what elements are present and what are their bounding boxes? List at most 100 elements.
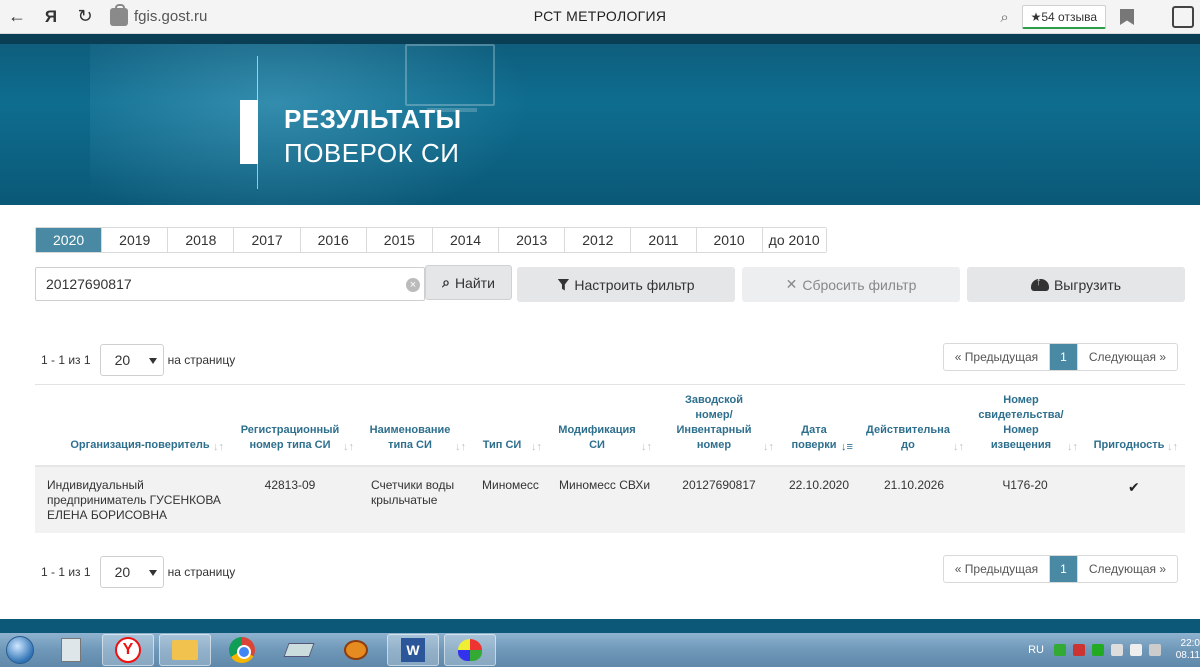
reset-label: Сбросить фильтр bbox=[802, 276, 917, 293]
taskbar-app-bee[interactable] bbox=[330, 634, 382, 666]
taskbar-calculator[interactable] bbox=[45, 634, 97, 666]
language-indicator[interactable]: RU bbox=[1028, 644, 1044, 656]
address-bar[interactable]: fgis.gost.ru bbox=[110, 3, 207, 30]
paint-icon bbox=[458, 639, 482, 661]
find-button[interactable]: ⌕ Найти bbox=[425, 265, 512, 300]
tray-icon-3[interactable] bbox=[1092, 644, 1104, 656]
page-1-button[interactable]: 1 bbox=[1050, 344, 1078, 370]
year-tab-2015[interactable]: 2015 bbox=[366, 228, 433, 252]
yandex-icon[interactable]: Я bbox=[34, 0, 68, 34]
back-arrow-icon[interactable]: ← bbox=[0, 0, 34, 34]
page-subtitle: ПОВЕРОК СИ bbox=[284, 138, 460, 168]
bookmark-icon[interactable] bbox=[1120, 9, 1134, 25]
tray-icon-2[interactable] bbox=[1073, 644, 1085, 656]
sort-icon[interactable]: ↓↑ bbox=[641, 441, 652, 453]
search-icon[interactable]: ⌕ bbox=[988, 9, 1022, 26]
sort-desc-icon[interactable]: ↓≡ bbox=[841, 441, 853, 453]
tray-icon-1[interactable] bbox=[1054, 644, 1066, 656]
filter-label: Настроить фильтр bbox=[574, 276, 695, 293]
tray-icon-4[interactable] bbox=[1111, 644, 1123, 656]
year-tab-2012[interactable]: 2012 bbox=[565, 228, 632, 252]
search-value[interactable]: 20127690817 bbox=[46, 276, 132, 292]
cell-date: 22.10.2020 bbox=[788, 478, 850, 492]
hero-banner: РЕЗУЛЬТАТЫ ПОВЕРОК СИ bbox=[0, 34, 1200, 205]
header-serial[interactable]: Заводской номер/ Инвентарный номер bbox=[669, 393, 759, 453]
header-certificate[interactable]: Номер свидетельства/ Номер извещения bbox=[973, 393, 1069, 453]
cell-type: Миномесс bbox=[482, 478, 539, 492]
sort-icon[interactable]: ↓↑ bbox=[343, 441, 354, 453]
yandex-browser-icon: Y bbox=[115, 637, 141, 663]
pager-info-bottom: 1 - 1 из 1 20 на страницу bbox=[41, 556, 235, 588]
reset-filter-button[interactable]: ✕ Сбросить фильтр bbox=[742, 267, 960, 302]
extension-icon[interactable] bbox=[1172, 6, 1194, 28]
address-domain[interactable]: fgis.gost.ru bbox=[134, 8, 207, 25]
taskbar-yandex-browser[interactable]: Y bbox=[102, 634, 154, 666]
reviews-badge[interactable]: ★54 отзыва bbox=[1021, 5, 1106, 29]
taskbar-word[interactable]: W bbox=[387, 634, 439, 666]
year-tab-2013[interactable]: 2013 bbox=[499, 228, 566, 252]
header-suitability[interactable]: Пригодность bbox=[1091, 438, 1167, 453]
table-row[interactable]: Индивидуальный предприниматель ГУСЕНКОВА… bbox=[35, 467, 1185, 533]
per-page-select[interactable]: 20 bbox=[99, 344, 164, 376]
header-modification[interactable]: Модификация СИ bbox=[553, 423, 641, 453]
per-page-select[interactable]: 20 bbox=[99, 556, 164, 588]
search-icon: ⌕ bbox=[442, 274, 450, 290]
year-tab-2020[interactable]: 2020 bbox=[36, 228, 103, 252]
header-type-name[interactable]: Наименование типа СИ bbox=[365, 423, 455, 453]
header-type[interactable]: Тип СИ bbox=[481, 438, 523, 453]
per-page-suffix: на страницу bbox=[167, 565, 236, 579]
taskbar-explorer[interactable] bbox=[159, 634, 211, 666]
reviews-label: ★54 отзыва bbox=[1030, 9, 1097, 24]
cell-organization: Индивидуальный предприниматель ГУСЕНКОВА… bbox=[47, 478, 221, 522]
next-page-button[interactable]: Следующая » bbox=[1078, 344, 1177, 370]
bee-icon bbox=[344, 640, 368, 660]
year-tab-2010[interactable]: 2010 bbox=[696, 228, 763, 252]
cell-type-name: Счетчики воды крыльчатые bbox=[371, 478, 455, 507]
configure-filter-button[interactable]: Настроить фильтр bbox=[517, 267, 735, 302]
clock-date: 08.11 bbox=[1175, 650, 1200, 661]
sort-icon[interactable]: ↓↑ bbox=[531, 441, 542, 453]
find-label: Найти bbox=[454, 274, 495, 291]
year-tab-2014[interactable]: 2014 bbox=[432, 228, 500, 252]
word-icon: W bbox=[401, 638, 425, 662]
cell-reg-number[interactable]: 42813-09 bbox=[237, 478, 343, 493]
next-page-button[interactable]: Следующая » bbox=[1078, 556, 1177, 582]
lock-icon[interactable] bbox=[110, 3, 128, 26]
clock[interactable]: 22:0 08.11 bbox=[1168, 638, 1200, 662]
year-tab-2016[interactable]: 2016 bbox=[300, 228, 367, 252]
sort-icon[interactable]: ↓↑ bbox=[213, 441, 224, 453]
taskbar-chrome[interactable] bbox=[216, 634, 268, 666]
volume-icon[interactable] bbox=[1149, 644, 1161, 656]
export-label: Выгрузить bbox=[1053, 276, 1122, 293]
export-button[interactable]: Выгрузить bbox=[967, 267, 1185, 302]
hero-divider bbox=[257, 56, 258, 189]
taskbar-paint[interactable] bbox=[444, 634, 496, 666]
page-1-button[interactable]: 1 bbox=[1050, 556, 1078, 582]
clock-time: 22:0 bbox=[1180, 638, 1200, 649]
year-tab-2019[interactable]: 2019 bbox=[102, 228, 169, 252]
header-valid-until[interactable]: Действительна до bbox=[863, 423, 953, 453]
sort-icon[interactable]: ↓↑ bbox=[763, 441, 774, 453]
header-date[interactable]: Дата поверки bbox=[787, 423, 841, 453]
sort-icon[interactable]: ↓↑ bbox=[1167, 441, 1178, 453]
year-tabs: 2020 2019 2018 2017 2016 2015 2014 2013 2012 2011… bbox=[35, 227, 827, 253]
year-tab-before-2010[interactable]: до 2010 bbox=[762, 228, 826, 252]
sort-icon[interactable]: ↓↑ bbox=[455, 441, 466, 453]
reload-icon[interactable]: ↻ bbox=[68, 0, 102, 34]
sort-icon[interactable]: ↓↑ bbox=[1067, 441, 1078, 453]
checkmark-icon: ✔ bbox=[1128, 479, 1140, 495]
search-input[interactable]: 20127690817 × bbox=[35, 267, 425, 301]
network-icon[interactable] bbox=[1130, 644, 1142, 656]
clear-icon[interactable]: × bbox=[406, 278, 420, 292]
year-tab-2017[interactable]: 2017 bbox=[234, 228, 301, 252]
header-organization[interactable]: Организация-поверитель bbox=[60, 438, 220, 453]
header-reg-number[interactable]: Регистрационный номер типа СИ bbox=[237, 423, 343, 453]
year-tab-2011[interactable]: 2011 bbox=[631, 228, 697, 252]
prev-page-button[interactable]: « Предыдущая bbox=[944, 556, 1051, 582]
sort-icon[interactable]: ↓↑ bbox=[953, 441, 964, 453]
close-icon: ✕ bbox=[785, 276, 798, 292]
prev-page-button[interactable]: « Предыдущая bbox=[944, 344, 1051, 370]
taskbar-scanner[interactable] bbox=[273, 634, 325, 666]
start-button[interactable] bbox=[0, 633, 40, 667]
year-tab-2018[interactable]: 2018 bbox=[168, 228, 235, 252]
